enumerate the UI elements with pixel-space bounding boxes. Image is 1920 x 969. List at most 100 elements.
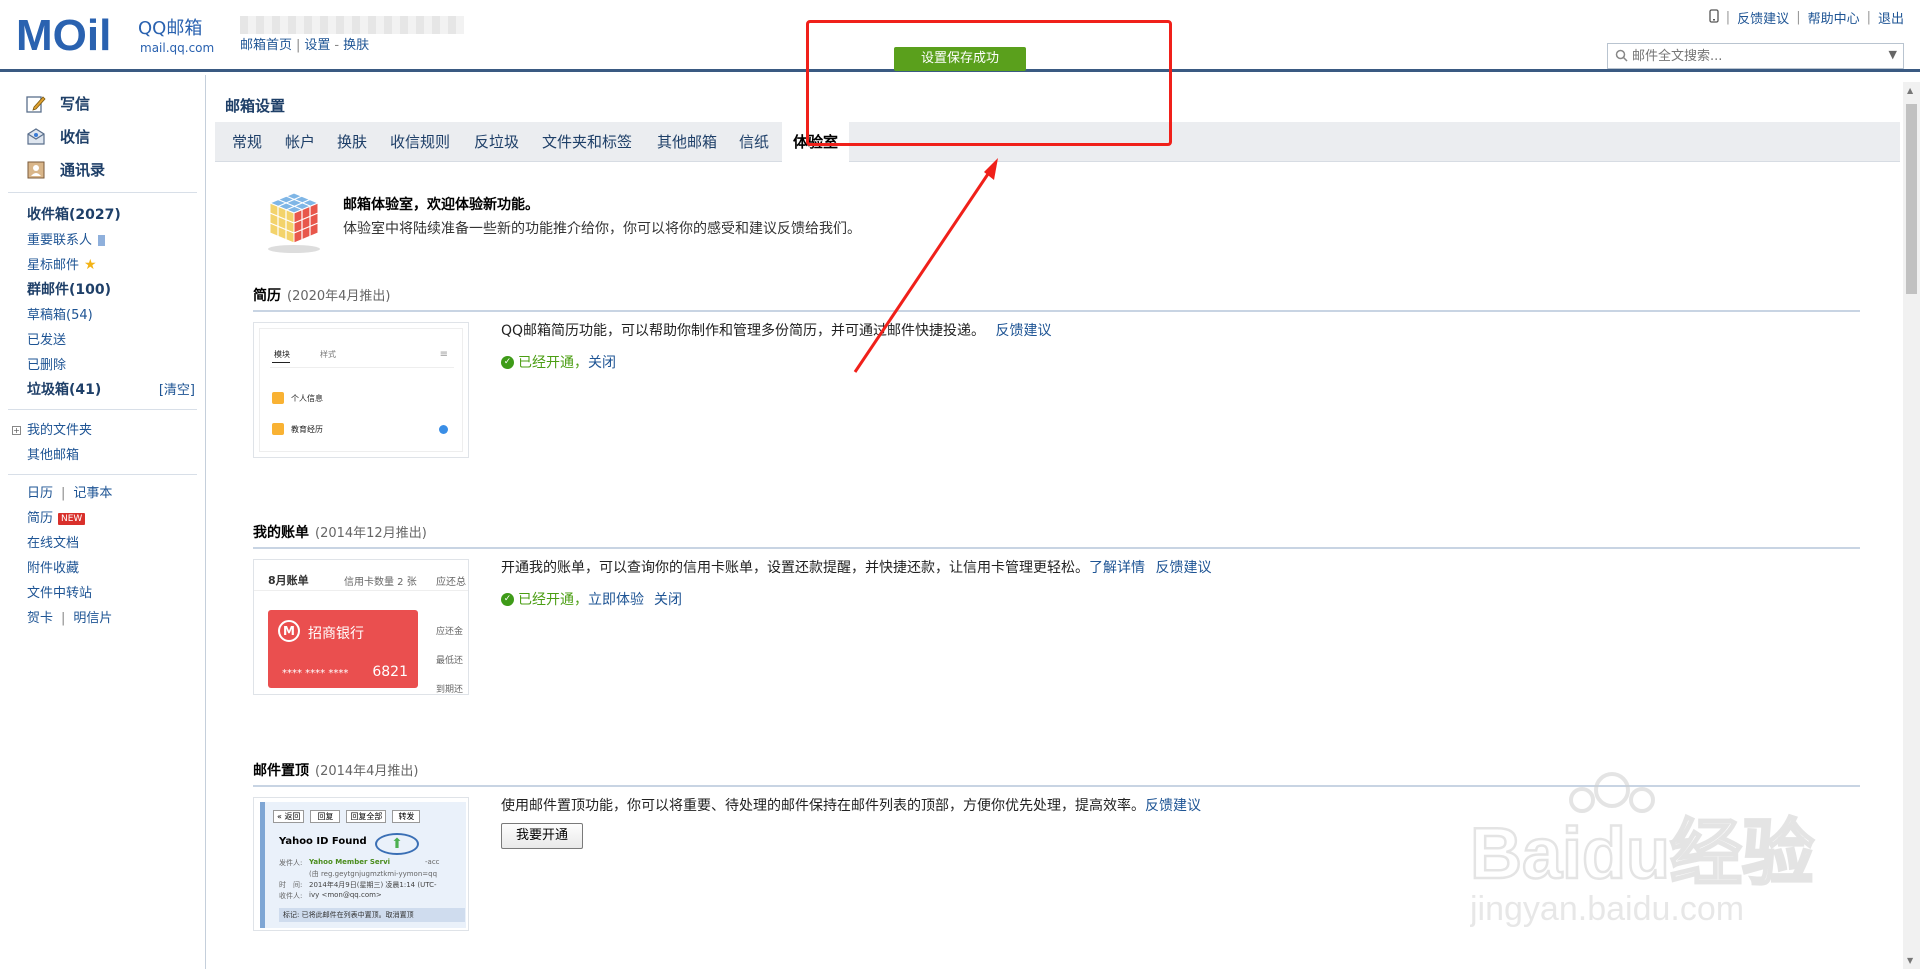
- preview-time-label: 时 间:: [279, 881, 303, 889]
- preview-addr: (由 reg.geytgnjugmztkmi-yymon=qq: [309, 870, 438, 878]
- tab-other-mailboxes[interactable]: 其他邮箱: [657, 122, 717, 162]
- bills-preview-image: 8月账单 信用卡数量 2 张 应还总 M 招商银行 **** **** ****…: [253, 559, 469, 695]
- section-title: 邮件置顶: [253, 763, 309, 779]
- divider: |: [1796, 10, 1801, 25]
- preview-to-label: 收件人:: [279, 892, 303, 900]
- sidebar-item-my-folders[interactable]: + 我的文件夹: [8, 418, 197, 443]
- qq-mail-logo[interactable]: MOil QQ邮箱 mail.qq.com: [16, 11, 231, 60]
- sidebar-item-vip[interactable]: 重要联系人: [8, 228, 197, 253]
- preview-month: 8月账单: [268, 574, 309, 587]
- status-enabled: 已经开通，: [518, 592, 588, 608]
- section-title: 我的账单: [253, 525, 309, 541]
- settings-link[interactable]: 设置: [304, 38, 330, 53]
- logout-link[interactable]: 退出: [1878, 8, 1904, 27]
- scroll-down-arrow-icon[interactable]: ▼: [1907, 956, 1913, 965]
- drafts-label: 草稿箱(54): [27, 308, 93, 323]
- contacts-button[interactable]: 通讯录: [0, 153, 205, 186]
- compose-button[interactable]: 写信: [0, 87, 205, 120]
- try-now-link[interactable]: 立即体验: [588, 589, 644, 609]
- scrollbar-thumb[interactable]: [1906, 104, 1917, 294]
- sidebar-item-resume[interactable]: 简历 NEW: [8, 506, 197, 531]
- preview-time: 2014年4月9日(星期三) 凌晨1:14 (UTC-: [309, 881, 437, 889]
- expand-icon[interactable]: +: [12, 426, 21, 435]
- feedback-link[interactable]: 反馈建议: [996, 323, 1052, 339]
- feature-status: ✓ 已经开通， 立即体验 关闭: [501, 589, 682, 609]
- sidebar-item-other-mailboxes[interactable]: 其他邮箱: [8, 443, 197, 468]
- other-mailboxes-label: 其他邮箱: [27, 448, 80, 463]
- sidebar-item-deleted[interactable]: 已删除: [8, 353, 197, 378]
- tab-account[interactable]: 帐户: [285, 122, 315, 162]
- sidebar-item-spam[interactable]: 垃圾箱(41) [清空]: [8, 378, 197, 403]
- search-box[interactable]: ▼: [1607, 43, 1904, 69]
- bank-card: M 招商银行 **** **** **** 6821: [268, 610, 418, 688]
- feature-desc: 使用邮件置顶功能，你可以将重要、待处理的邮件保持在邮件列表的顶部，方便你优先处理…: [501, 795, 1201, 815]
- postcards-link[interactable]: 明信片: [73, 606, 112, 631]
- preview-toolbar: « 返回 回复 回复全部 转发: [273, 810, 421, 823]
- divider: |: [61, 611, 66, 626]
- tab-receive-rules[interactable]: 收信规则: [390, 122, 450, 162]
- pin-up-arrow-icon: ⬆: [375, 833, 419, 855]
- page-title: 邮箱设置: [225, 97, 286, 115]
- clear-spam-link[interactable]: [清空]: [159, 378, 195, 403]
- tab-stationery[interactable]: 信纸: [739, 122, 769, 162]
- sidebar-item-inbox[interactable]: 收件箱(2027): [8, 203, 197, 228]
- preview-from-label: 发件人:: [279, 859, 303, 867]
- check-circle-icon: ✓: [501, 592, 514, 606]
- mobile-icon[interactable]: [1709, 8, 1719, 27]
- sidebar-item-file-transfer[interactable]: 文件中转站: [8, 581, 197, 606]
- mail-home-link[interactable]: 邮箱首页: [240, 38, 292, 53]
- section-header: 我的账单 (2014年12月推出): [253, 521, 1860, 549]
- scrollbar[interactable]: ▲ ▼: [1903, 82, 1920, 969]
- feedback-link[interactable]: 反馈建议: [1737, 8, 1789, 27]
- group-label: 群邮件(100): [27, 282, 112, 298]
- sidebar-item-group[interactable]: 群邮件(100): [8, 278, 197, 303]
- scroll-up-arrow-icon[interactable]: ▲: [1907, 86, 1913, 95]
- sidebar-item-starred[interactable]: 星标邮件 ★: [8, 253, 197, 278]
- resume-preview-image: 模块 样式 ≡ 个人信息 教育经历: [253, 322, 469, 458]
- enable-button[interactable]: 我要开通: [501, 823, 583, 849]
- close-link[interactable]: 关闭: [654, 589, 682, 609]
- tab-folders-labels[interactable]: 文件夹和标签: [542, 122, 632, 162]
- preview-back-btn: « 返回: [273, 810, 305, 823]
- preview-card: 模块 样式 ≡ 个人信息 教育经历: [259, 328, 463, 452]
- attachments-label: 附件收藏: [27, 561, 80, 576]
- watermark-text: Baidu经验: [1470, 814, 1814, 894]
- preview-from: Yahoo Member Servi: [309, 858, 391, 866]
- contacts-label: 通讯录: [60, 161, 106, 179]
- calendar-link[interactable]: 日历: [27, 481, 53, 506]
- preview-to: ivy <mon@qq.com>: [309, 891, 382, 899]
- section-header: 简历 (2020年4月推出): [253, 284, 1860, 312]
- sidebar-item-online-docs[interactable]: 在线文档: [8, 531, 197, 556]
- pencil-icon: [26, 94, 46, 114]
- tab-general[interactable]: 常规: [232, 122, 262, 162]
- sidebar-item-sent[interactable]: 已发送: [8, 328, 197, 353]
- folder-list-2: + 我的文件夹 其他邮箱: [8, 409, 197, 468]
- feedback-link[interactable]: 反馈建议: [1155, 560, 1211, 576]
- sidebar-item-drafts[interactable]: 草稿箱(54): [8, 303, 197, 328]
- new-badge: NEW: [58, 512, 86, 525]
- learn-more-link[interactable]: 了解详情: [1089, 560, 1145, 576]
- sidebar: 写信 收信 通讯录 收件箱(2027) 重要联系人 星标邮件 ★ 群邮件(100)…: [0, 75, 206, 969]
- close-link[interactable]: 关闭: [588, 352, 616, 372]
- divider: |: [1866, 10, 1871, 25]
- feedback-link[interactable]: 反馈建议: [1145, 798, 1201, 814]
- tab-skin[interactable]: 换肤: [337, 122, 367, 162]
- starred-label: 星标邮件: [27, 258, 80, 273]
- receive-button[interactable]: 收信: [0, 120, 205, 153]
- preview-row3: 到期还: [436, 685, 464, 695]
- tab-anti-spam[interactable]: 反垃圾: [474, 122, 519, 162]
- section-date: (2014年4月推出): [315, 764, 419, 779]
- help-center-link[interactable]: 帮助中心: [1808, 8, 1860, 27]
- card-mask: **** **** ****: [282, 668, 349, 679]
- cards-link[interactable]: 贺卡: [27, 606, 53, 631]
- status-enabled: 已经开通，: [518, 355, 588, 371]
- chevron-down-icon[interactable]: ▼: [1889, 48, 1897, 61]
- skin-link[interactable]: 换肤: [343, 38, 369, 53]
- section-title: 简历: [253, 288, 281, 304]
- preview-row2: 最低还: [436, 656, 464, 666]
- envelope-icon: [26, 127, 46, 147]
- notes-link[interactable]: 记事本: [73, 481, 112, 506]
- sidebar-item-attachments[interactable]: 附件收藏: [8, 556, 197, 581]
- pin-mail-preview-image: « 返回 回复 回复全部 转发 Yahoo ID Found ⬆ 发件人: Ya…: [253, 797, 469, 931]
- search-input[interactable]: [1632, 47, 1872, 65]
